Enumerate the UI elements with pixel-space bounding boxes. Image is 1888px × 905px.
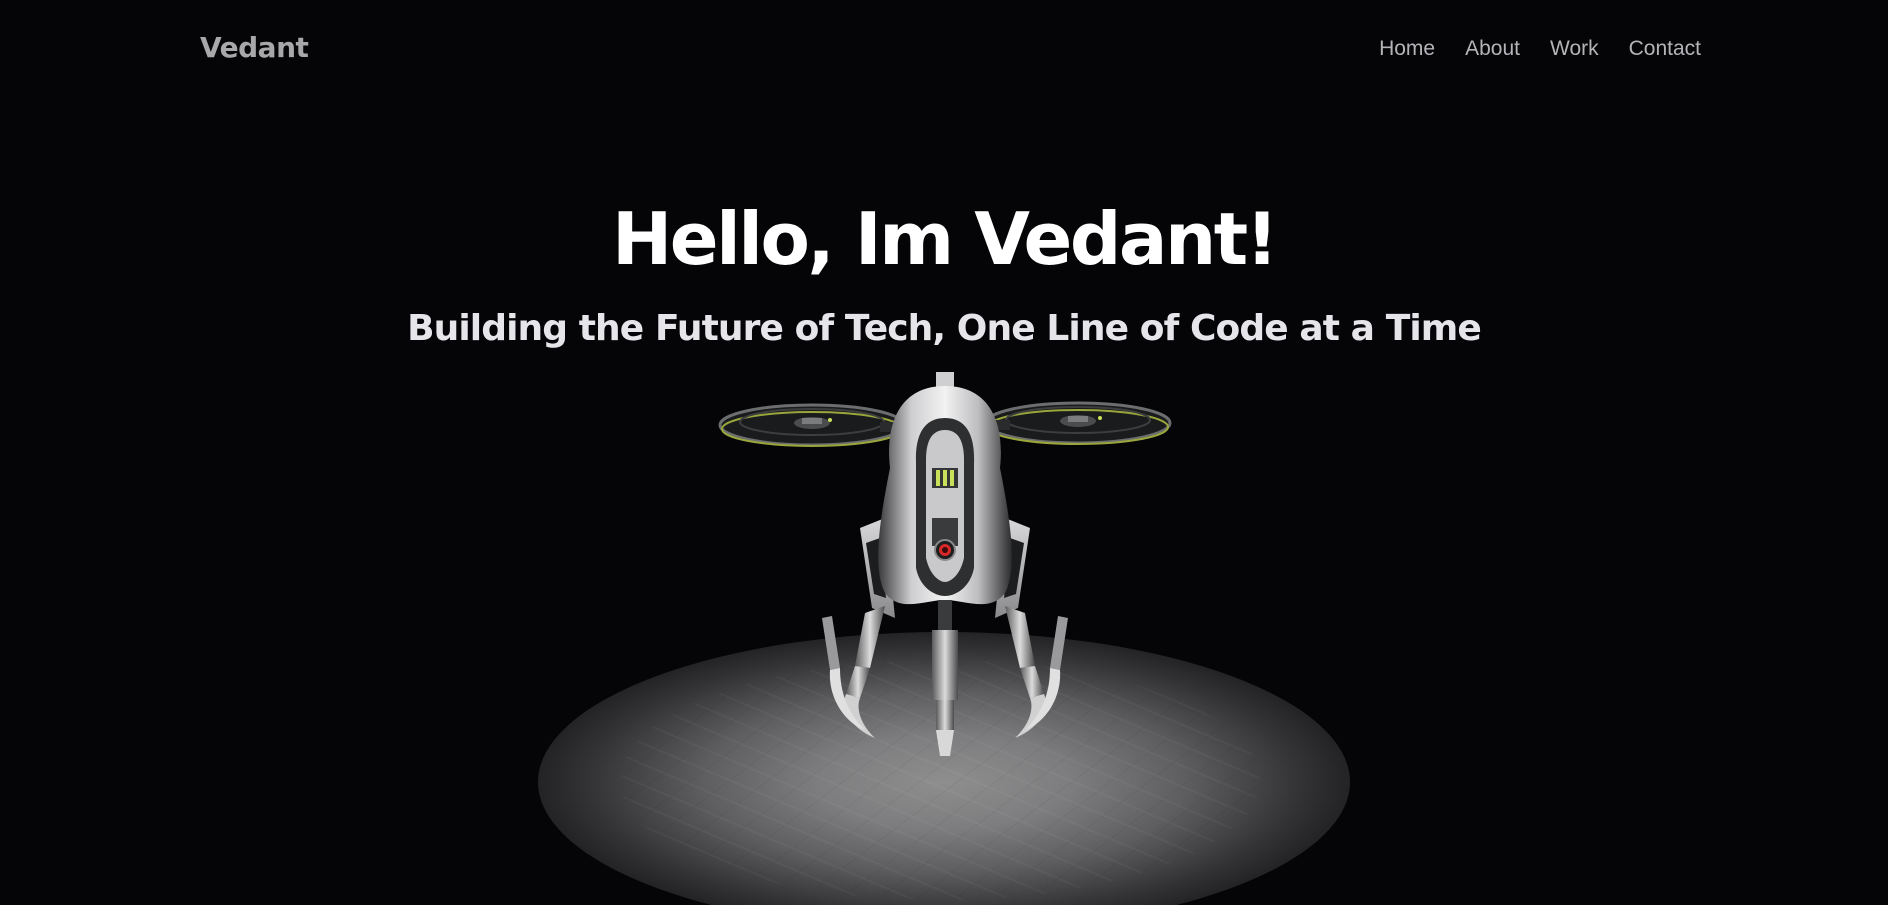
drone-eye-icon bbox=[934, 539, 956, 561]
nav-link-home[interactable]: Home bbox=[1379, 37, 1435, 61]
top-antenna bbox=[936, 372, 954, 388]
logo-link[interactable]: Vedant bbox=[200, 31, 309, 64]
page: Vedant Home About Work Contact Hello, Im… bbox=[0, 0, 1888, 905]
center-leg bbox=[932, 600, 958, 756]
nav-link-contact[interactable]: Contact bbox=[1629, 37, 1701, 61]
nav-link-work[interactable]: Work bbox=[1550, 37, 1599, 61]
top-navigation: Vedant Home About Work Contact bbox=[0, 0, 1888, 100]
left-rotor bbox=[718, 403, 906, 447]
hero-subtitle: Building the Future of Tech, One Line of… bbox=[407, 308, 1482, 349]
nav-links: Home About Work Contact bbox=[1379, 37, 1701, 61]
nav-link-about[interactable]: About bbox=[1465, 37, 1520, 61]
hero-title: Hello, Im Vedant! bbox=[612, 197, 1278, 281]
drone-robot-model[interactable] bbox=[700, 368, 1190, 768]
right-rotor bbox=[984, 401, 1172, 445]
left-leg bbox=[822, 606, 885, 738]
right-leg bbox=[1005, 606, 1068, 738]
drone-body bbox=[878, 386, 1012, 605]
